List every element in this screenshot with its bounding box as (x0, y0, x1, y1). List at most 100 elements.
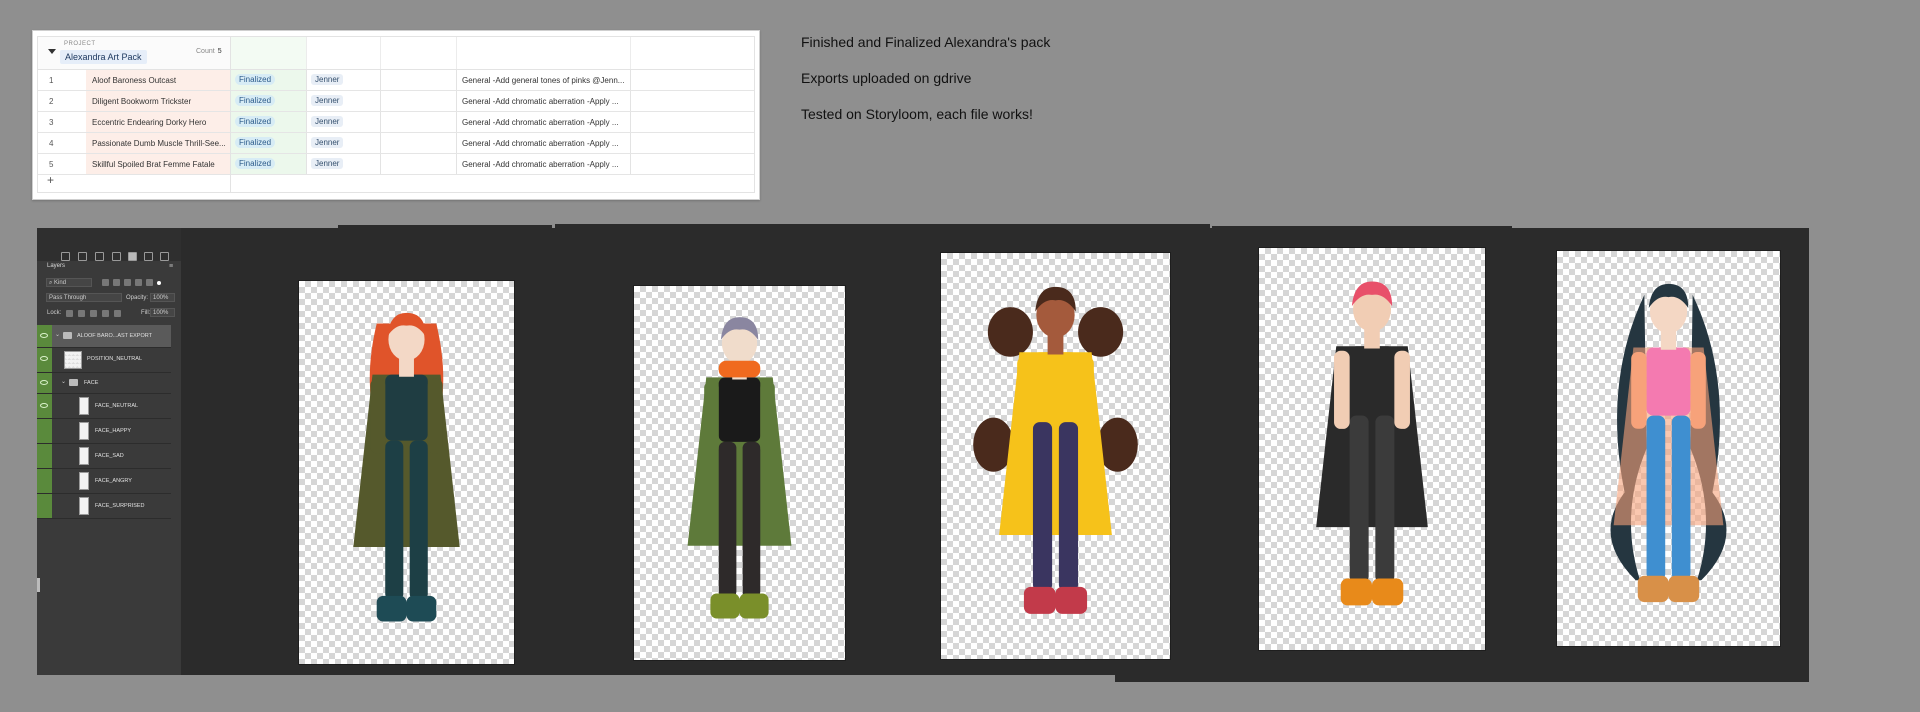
row-notes-cell[interactable]: General -Add chromatic aberration -Apply… (456, 112, 631, 132)
circle-tool-icon[interactable] (78, 252, 87, 261)
panel-resize-handle[interactable] (37, 578, 40, 592)
lock-transparency-icon[interactable] (66, 310, 73, 317)
visibility-toggle[interactable] (37, 444, 52, 468)
row-extra-cell[interactable] (630, 112, 755, 132)
layer-row[interactable]: FACE_SURPRISED (37, 494, 171, 519)
status-badge: Finalized (235, 116, 276, 127)
folder-icon (69, 379, 78, 386)
layer-name: FACE_NEUTRAL (95, 403, 139, 409)
visibility-toggle[interactable] (37, 394, 52, 418)
kind-filter-select[interactable]: ⌕ Kind (46, 278, 92, 287)
row-assignee-cell[interactable]: Jenner (306, 112, 381, 132)
lock-artboard-icon[interactable] (102, 310, 109, 317)
artboard-diligent-bookworm-trickster[interactable] (633, 285, 846, 661)
shape-filter-icon[interactable] (135, 279, 142, 286)
row-empty-cell[interactable] (380, 112, 457, 132)
layer-row[interactable]: FACE_NEUTRAL (37, 394, 171, 419)
visibility-toggle[interactable] (37, 373, 52, 393)
layer-row[interactable]: FACE_HAPPY (37, 419, 171, 444)
mask-icon[interactable] (128, 252, 137, 261)
layer-thumbnail (79, 447, 89, 465)
hair-puff (987, 307, 1033, 357)
artboard-skillful-spoiled-brat-femme-fatale[interactable] (1556, 250, 1781, 647)
row-extra-cell[interactable] (630, 70, 755, 90)
artboard-passionate-dumb-muscle-thrill-seeker[interactable] (1258, 247, 1486, 651)
visibility-toggle[interactable] (37, 494, 52, 518)
visibility-toggle[interactable] (37, 348, 52, 372)
layer-row[interactable]: POSITION_NEUTRAL (37, 348, 171, 373)
layer-name: FACE_SURPRISED (95, 503, 145, 509)
add-row-button[interactable]: + (38, 171, 754, 191)
fill-field[interactable]: 100% (150, 308, 175, 317)
layer-row[interactable]: ⌄ FACE (37, 373, 171, 394)
type-filter-icon[interactable] (124, 279, 131, 286)
assignee-badge: Jenner (311, 137, 344, 148)
boot-shape (1340, 578, 1372, 606)
arm-shape (1017, 356, 1033, 436)
adjustment-filter-icon[interactable] (113, 279, 120, 286)
row-empty-cell[interactable] (380, 70, 457, 90)
smart-object-filter-icon[interactable] (146, 279, 153, 286)
visibility-toggle[interactable] (37, 419, 52, 443)
blend-mode-select[interactable]: Pass Through (46, 293, 122, 302)
row-notes-cell[interactable]: General -Add general tones of pinks @Jen… (456, 70, 631, 90)
table-row[interactable]: 3 Eccentric Endearing Dorky Hero Finaliz… (38, 112, 754, 133)
layer-thumbnail (79, 497, 89, 515)
character-illustration (1316, 281, 1428, 606)
lock-all-icon[interactable] (114, 310, 121, 317)
visibility-toggle[interactable] (37, 325, 52, 347)
row-extra-cell[interactable] (630, 133, 755, 153)
row-status-cell[interactable]: Finalized (230, 112, 307, 132)
project-name-chip[interactable]: Alexandra Art Pack (60, 50, 147, 64)
collapse-caret-icon[interactable] (48, 49, 56, 54)
expand-chevron-icon[interactable]: ⌄ (61, 378, 66, 385)
visibility-toggle[interactable] (37, 469, 52, 493)
row-assignee-cell[interactable]: Jenner (306, 133, 381, 153)
row-name-cell[interactable]: Eccentric Endearing Dorky Hero (86, 112, 230, 132)
row-extra-cell[interactable] (630, 91, 755, 111)
artboard-eccentric-endearing-dorky-hero[interactable] (940, 252, 1171, 660)
boot-shape (739, 593, 769, 619)
row-status-cell[interactable]: Finalized (230, 70, 307, 90)
pixel-filter-icon[interactable] (102, 279, 109, 286)
diamond-tool-icon[interactable] (112, 252, 121, 261)
row-notes-cell[interactable]: General -Add chromatic aberration -Apply… (456, 133, 631, 153)
row-status-cell[interactable]: Finalized (230, 133, 307, 153)
table-row[interactable]: 4 Passionate Dumb Muscle Thrill-See... F… (38, 133, 754, 154)
plus-icon: + (47, 173, 55, 187)
lock-paint-icon[interactable] (78, 310, 85, 317)
row-assignee-cell[interactable]: Jenner (306, 70, 381, 90)
table-row[interactable]: 1 Aloof Baroness Outcast Finalized Jenne… (38, 70, 754, 91)
row-status-cell[interactable]: Finalized (230, 91, 307, 111)
row-notes-cell[interactable]: General -Add chromatic aberration -Apply… (456, 91, 631, 111)
leg-shape (742, 441, 761, 598)
new-layer-icon[interactable] (144, 252, 153, 261)
layer-row[interactable]: FACE_SAD (37, 444, 171, 469)
character-illustration (353, 312, 460, 622)
circle-tool-icon[interactable] (61, 252, 70, 261)
table-row[interactable]: 2 Diligent Bookworm Trickster Finalized … (38, 91, 754, 112)
lock-position-icon[interactable] (90, 310, 97, 317)
trash-icon[interactable] (160, 252, 169, 261)
table-grid: PROJECT Alexandra Art Pack Count 5 1 Aloo… (37, 36, 755, 193)
assignee-badge: Jenner (311, 74, 344, 85)
artboard-aloof-baroness-outcast[interactable] (298, 280, 515, 665)
layer-row[interactable]: ⌄ ALOOF BARO...AST EXPORT (37, 325, 171, 348)
panel-menu-icon[interactable]: ≡ (169, 263, 173, 270)
opacity-field[interactable]: 100% (150, 293, 175, 302)
shape-tool-icon[interactable] (95, 252, 104, 261)
eye-icon (40, 403, 48, 408)
filter-toggle-icon[interactable] (157, 281, 161, 285)
boot-shape (406, 595, 437, 622)
layer-row[interactable]: FACE_ANGRY (37, 469, 171, 494)
expand-chevron-icon[interactable]: ⌄ (55, 331, 60, 338)
row-empty-cell[interactable] (380, 133, 457, 153)
row-name-cell[interactable]: Passionate Dumb Muscle Thrill-See... (86, 133, 230, 153)
row-name-cell[interactable]: Diligent Bookworm Trickster (86, 91, 230, 111)
layers-title[interactable]: Layers (47, 263, 65, 269)
row-assignee-cell[interactable]: Jenner (306, 91, 381, 111)
row-name-cell[interactable]: Aloof Baroness Outcast (86, 70, 230, 90)
arm-shape (1334, 350, 1350, 429)
header-cell-notes (456, 37, 631, 69)
row-empty-cell[interactable] (380, 91, 457, 111)
